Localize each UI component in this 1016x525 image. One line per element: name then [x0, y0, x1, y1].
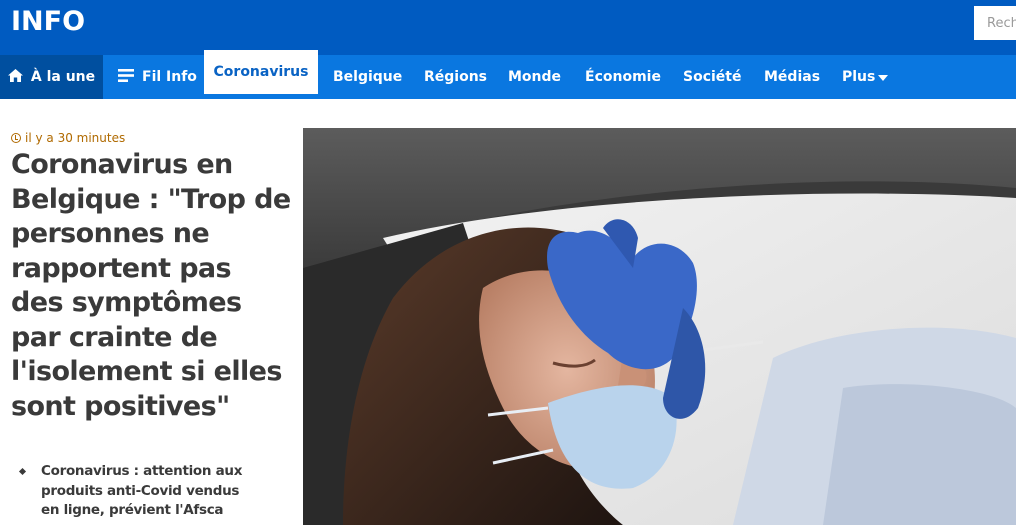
tab-monde[interactable]: Monde — [508, 55, 561, 99]
site-brand[interactable]: INFO — [11, 6, 85, 37]
tab-coronavirus[interactable]: Coronavirus — [204, 50, 318, 94]
top-header: INFO — [0, 0, 1016, 55]
tab-regions[interactable]: Régions — [424, 55, 487, 99]
home-icon — [7, 68, 23, 86]
tab-plus-label: Plus — [842, 69, 876, 85]
tab-belgique[interactable]: Belgique — [333, 55, 402, 99]
nav-home[interactable]: À la une — [0, 55, 103, 99]
main-nav: À la une Fil Info Coronavirus Belgique R… — [0, 50, 1016, 99]
article-photo[interactable] — [303, 128, 1016, 525]
covid-test-photo — [303, 128, 1016, 525]
nav-filinfo[interactable]: Fil Info — [118, 55, 197, 99]
caret-down-icon — [878, 69, 889, 85]
related-link[interactable]: Coronavirus : attention aux produits ant… — [20, 462, 260, 521]
list-icon — [118, 68, 134, 86]
article-headline[interactable]: Coronavirus en Belgique : "Trop de perso… — [11, 148, 291, 424]
timestamp-text: il y a 30 minutes — [25, 131, 126, 145]
tab-medias[interactable]: Médias — [764, 55, 820, 99]
related-links: Coronavirus : attention aux produits ant… — [20, 462, 260, 521]
nav-filinfo-label: Fil Info — [142, 69, 197, 85]
clock-icon — [11, 133, 21, 143]
tab-societe[interactable]: Société — [683, 55, 741, 99]
tab-economie[interactable]: Économie — [585, 55, 661, 99]
nav-home-label: À la une — [30, 69, 96, 85]
search-input[interactable] — [974, 6, 1016, 40]
article-timestamp: il y a 30 minutes — [11, 131, 125, 145]
tab-plus[interactable]: Plus — [842, 55, 889, 99]
